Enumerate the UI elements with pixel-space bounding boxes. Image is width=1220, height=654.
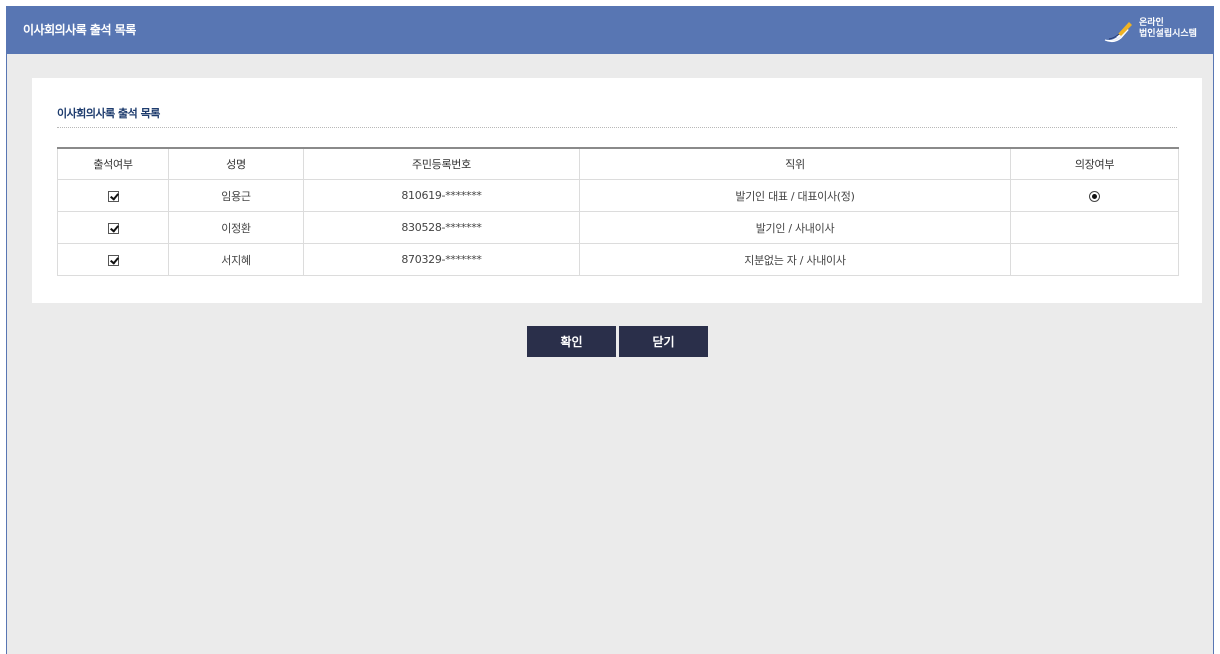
chair-radio[interactable] xyxy=(1089,190,1100,202)
cell-position: 발기인 / 사내이사 xyxy=(579,211,1011,244)
pen-logo-icon xyxy=(1104,22,1132,43)
header-chair: 의장여부 xyxy=(1010,147,1179,180)
header-rrn: 주민등록번호 xyxy=(303,147,580,180)
table-row: 서지혜 870329-******* 지분없는 자 / 사내이사 xyxy=(57,243,1179,276)
content-panel: 이사회의사록 출석 목록 출석여부 성명 주민등록번호 직위 의장여부 임용근 xyxy=(32,78,1202,303)
attendance-checkbox[interactable] xyxy=(107,190,119,202)
title-bar: 이사회의사록 출석 목록 온라인 법인설립시스템 xyxy=(7,6,1213,54)
cell-position: 발기인 대표 / 대표이사(정) xyxy=(579,179,1011,212)
cell-name: 임용근 xyxy=(168,179,304,212)
attendance-table: 출석여부 성명 주민등록번호 직위 의장여부 임용근 810619-******… xyxy=(57,147,1179,276)
popup-window: 이사회의사록 출석 목록 온라인 법인설립시스템 이사회의사록 출석 목록 출석… xyxy=(6,6,1214,654)
attendance-checkbox[interactable] xyxy=(107,222,119,234)
window-title: 이사회의사록 출석 목록 xyxy=(23,23,136,37)
brand-logo: 온라인 법인설립시스템 xyxy=(1103,18,1199,44)
attendance-checkbox[interactable] xyxy=(107,254,119,266)
confirm-button[interactable]: 확인 xyxy=(527,326,616,357)
cell-position: 지분없는 자 / 사내이사 xyxy=(579,243,1011,276)
brand-line1: 온라인 xyxy=(1139,18,1164,28)
cell-rrn: 830528-******* xyxy=(303,211,580,244)
table-header-row: 출석여부 성명 주민등록번호 직위 의장여부 xyxy=(57,147,1179,180)
cell-chair-empty xyxy=(1010,243,1179,276)
cell-chair-empty xyxy=(1010,211,1179,244)
cell-rrn: 810619-******* xyxy=(303,179,580,212)
cell-name: 이정환 xyxy=(168,211,304,244)
header-attendance: 출석여부 xyxy=(57,147,169,180)
header-position: 직위 xyxy=(579,147,1011,180)
cell-name: 서지혜 xyxy=(168,243,304,276)
section-divider xyxy=(57,127,1177,128)
table-row: 이정환 830528-******* 발기인 / 사내이사 xyxy=(57,211,1179,244)
section-title: 이사회의사록 출석 목록 xyxy=(57,107,160,120)
cell-rrn: 870329-******* xyxy=(303,243,580,276)
table-row: 임용근 810619-******* 발기인 대표 / 대표이사(정) xyxy=(57,179,1179,212)
header-name: 성명 xyxy=(168,147,304,180)
close-button[interactable]: 닫기 xyxy=(619,326,708,357)
brand-line2: 법인설립시스템 xyxy=(1139,29,1197,39)
